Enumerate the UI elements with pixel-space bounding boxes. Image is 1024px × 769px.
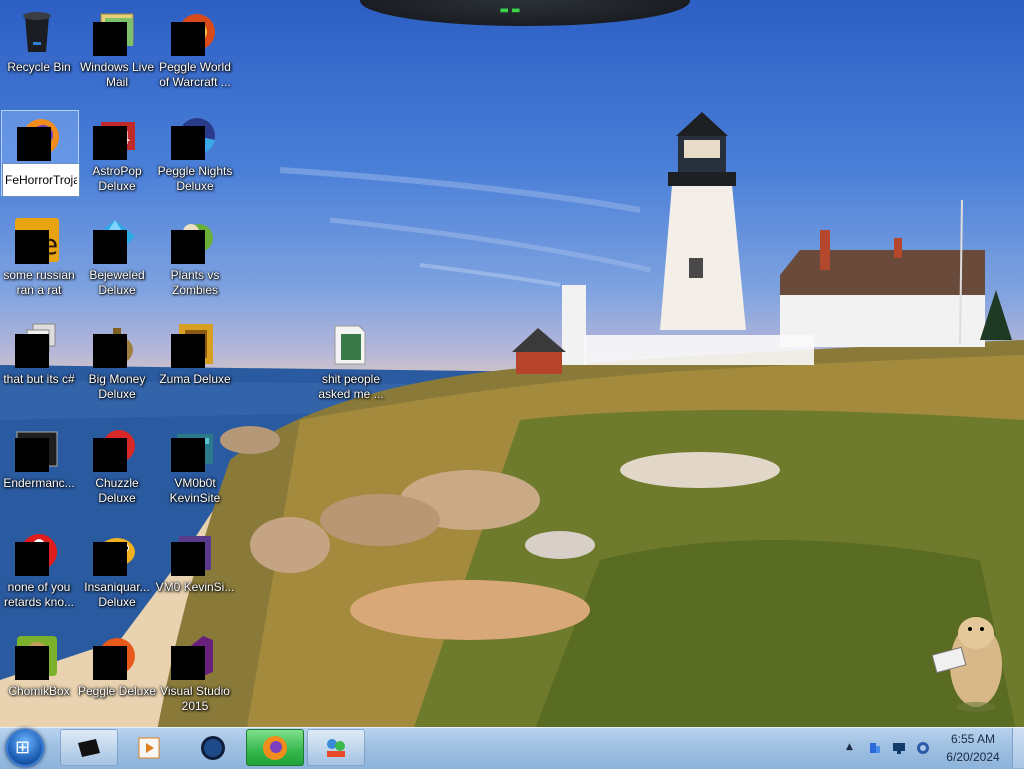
redacted-block — [171, 646, 205, 680]
redacted-block — [171, 542, 205, 576]
icon-label: Zuma Deluxe — [159, 372, 231, 386]
desktop-icon-visual-studio-2015[interactable]: Visual Studio 2015 — [156, 628, 234, 728]
redacted-block — [171, 334, 205, 368]
monitor-tray-icon[interactable] — [892, 740, 906, 754]
desktop-icon-peggle-deluxe[interactable]: Peggle Deluxe — [78, 628, 156, 728]
desktop-icon-recycle-bin[interactable]: Recycle Bin — [0, 4, 78, 104]
icon-label: Bejeweled Deluxe — [89, 268, 145, 297]
desktop-icon-plants-vs-zombies[interactable]: Plants vs Zombies — [156, 212, 234, 312]
desktop-icon-bejeweled-deluxe[interactable]: Bejeweled Deluxe — [78, 212, 156, 312]
clock-time[interactable]: 6:55 AM — [930, 732, 1016, 746]
windows-logo-icon: ⊞ — [15, 737, 31, 758]
icon-label: that but its c# — [3, 372, 75, 386]
icon-label: VM0b0t KevinSite — [169, 476, 221, 505]
desktop-icon-endermanc[interactable]: Endermanc... — [0, 420, 78, 520]
icon-label: Peggle Nights Deluxe — [157, 164, 233, 193]
desktop-icon-vm0-kevinsi[interactable]: VM0 KevinSi... — [156, 524, 234, 624]
taskbar-button-users-network[interactable] — [307, 729, 365, 766]
gadget-indicator-icon: ▬▬ — [499, 5, 523, 16]
clock-date[interactable]: 6/20/2024 — [930, 750, 1016, 764]
redacted-block — [93, 646, 127, 680]
volume-tray-icon[interactable] — [916, 740, 930, 754]
media-player-icon — [136, 735, 162, 761]
redacted-block — [171, 126, 205, 160]
desktop-icon-windows-live-mail[interactable]: Windows Live Mail — [78, 4, 156, 104]
icon-label: Peggle World of Warcraft ... — [159, 60, 231, 89]
redacted-block — [15, 542, 49, 576]
desktop-icon-big-money-deluxe[interactable]: Big Money Deluxe — [78, 316, 156, 416]
redacted-block — [93, 334, 127, 368]
desktop-icon-fehorrortrojan[interactable] — [1, 110, 80, 197]
redacted-block — [171, 438, 205, 472]
recycle-bin-icon — [13, 8, 61, 56]
icon-label: shit people asked me ... — [318, 372, 384, 401]
icon-label: Plants vs Zombies — [170, 268, 220, 297]
redacted-block — [93, 126, 127, 160]
hamster-gadget-icon[interactable] — [930, 605, 1010, 715]
taskbar-button-black-window[interactable] — [60, 729, 118, 766]
icon-label: Peggle Deluxe — [77, 684, 157, 698]
icon-label: AstroPop Deluxe — [92, 164, 142, 193]
redacted-block — [15, 230, 49, 264]
redacted-block — [15, 334, 49, 368]
start-button[interactable]: ⊞ — [6, 729, 44, 767]
redacted-block — [93, 230, 127, 264]
icon-label: Big Money Deluxe — [88, 372, 146, 401]
icon-label: Chuzzle Deluxe — [95, 476, 139, 505]
desktop-icon-astropop-deluxe[interactable]: 4 AstroPop Deluxe — [78, 108, 156, 208]
redacted-block — [17, 127, 51, 161]
icon-label: Visual Studio 2015 — [160, 684, 230, 713]
redacted-block — [171, 230, 205, 264]
desktop-icon-some-russian-ran-a-rat[interactable]: e some russian ran a rat — [0, 212, 78, 312]
show-desktop-button[interactable] — [1012, 728, 1024, 768]
network-tray-icon[interactable] — [868, 740, 882, 754]
taskbar-button-media-player[interactable] — [120, 729, 178, 766]
firefox-icon — [262, 735, 288, 761]
desktop-icon-peggle-world-of-warcraft[interactable]: Peggle World of Warcraft ... — [156, 4, 234, 104]
redacted-block — [15, 646, 49, 680]
icon-label: Windows Live Mail — [79, 60, 155, 89]
icon-label: none of you retards kno... — [3, 580, 75, 609]
redacted-block — [93, 542, 127, 576]
desktop-icon-that-but-its-csharp[interactable]: that but its c# — [0, 316, 78, 416]
desktop-icon-shit-people-asked-me[interactable]: shit people asked me ... — [312, 316, 390, 416]
users-network-icon — [323, 735, 349, 761]
desktop-icon-insaniquarium-deluxe[interactable]: Insaniquar... Deluxe — [78, 524, 156, 624]
desktop-icon-peggle-nights-deluxe[interactable]: Peggle Nights Deluxe — [156, 108, 234, 208]
desktop-icon-chuzzle-deluxe[interactable]: Chuzzle Deluxe — [78, 420, 156, 520]
redacted-block — [171, 22, 205, 56]
icon-label: Endermanc... — [3, 476, 75, 490]
desktop-icon-vm0b0t-kevinsite[interactable]: VM0b0t KevinSite — [156, 420, 234, 520]
redacted-block — [93, 22, 127, 56]
icon-label: some russian ran a rat — [3, 268, 75, 297]
desktop-icon-none-of-you[interactable]: none of you retards kno... — [0, 524, 78, 624]
icon-label: ChomikBox — [8, 684, 70, 698]
black-window-icon — [76, 735, 102, 761]
icon-label: VM0 KevinSi... — [155, 580, 235, 594]
redacted-block — [93, 438, 127, 472]
globe-icon — [200, 735, 226, 761]
desktop-icon-zuma-deluxe[interactable]: Zuma Deluxe — [156, 316, 234, 416]
taskbar-button-globe[interactable] — [184, 729, 242, 766]
tray-show-hidden-icon[interactable]: ▲ — [846, 742, 853, 752]
rename-input[interactable] — [2, 163, 80, 197]
icon-label: Recycle Bin — [7, 60, 71, 74]
desktop-icon-chomikbox[interactable]: ChomikBox — [0, 628, 78, 728]
folder-icon — [325, 320, 373, 368]
redacted-block — [15, 438, 49, 472]
icon-label: Insaniquar... Deluxe — [84, 580, 150, 609]
taskbar-button-firefox[interactable] — [246, 729, 304, 766]
